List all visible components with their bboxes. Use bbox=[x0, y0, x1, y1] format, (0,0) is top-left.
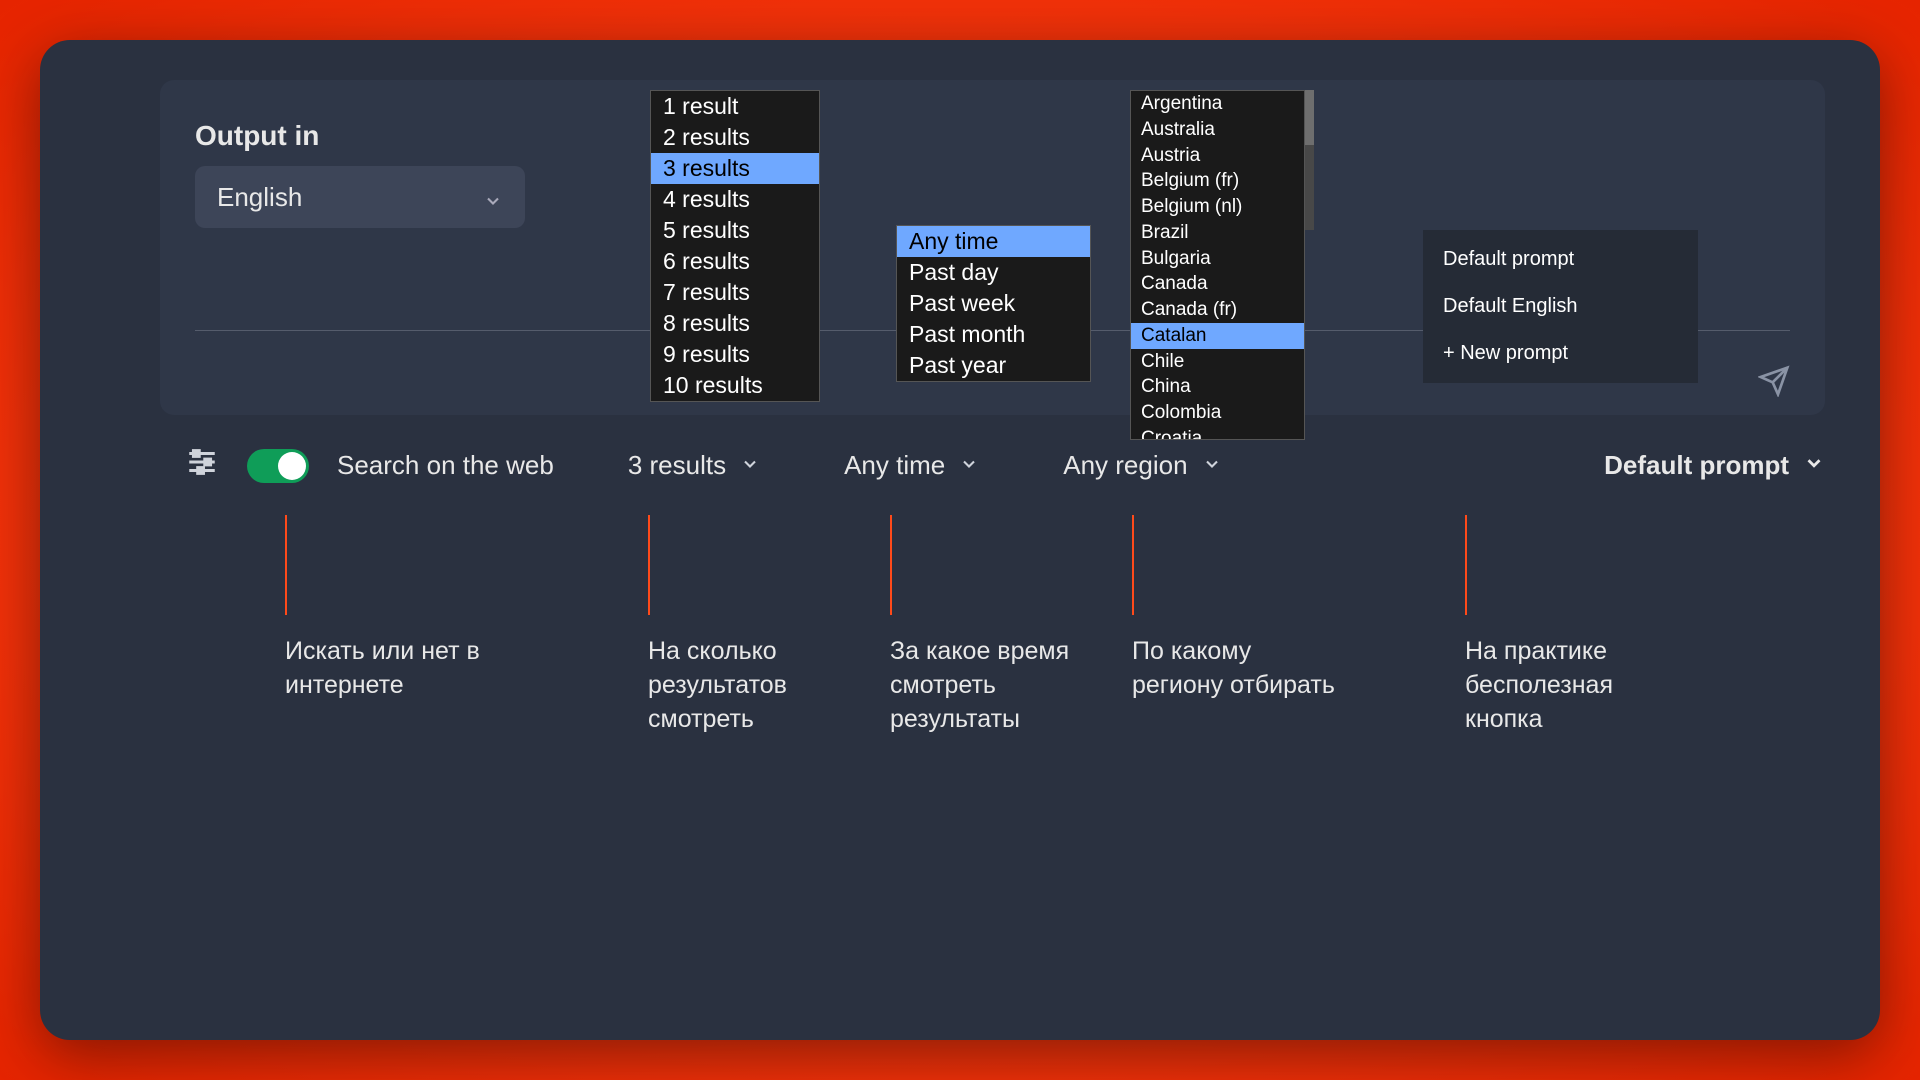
prompt-value: Default prompt bbox=[1604, 450, 1789, 481]
tutorial-card: Output in English 1 result2 results3 res… bbox=[40, 40, 1880, 1040]
send-icon[interactable] bbox=[1758, 365, 1790, 402]
region-option[interactable]: Brazil bbox=[1131, 220, 1304, 246]
time-dropdown[interactable]: Any timePast dayPast weekPast monthPast … bbox=[896, 225, 1091, 382]
results-option[interactable]: 9 results bbox=[651, 339, 819, 370]
output-in-label: Output in bbox=[195, 120, 1790, 152]
time-option[interactable]: Past day bbox=[897, 257, 1090, 288]
prompt-option[interactable]: Default prompt bbox=[1423, 236, 1698, 283]
callout-text: По какому региону отбирать bbox=[1132, 635, 1342, 703]
time-selector[interactable]: Any time bbox=[844, 450, 979, 481]
region-option[interactable]: Croatia bbox=[1131, 426, 1304, 440]
chevron-down-icon bbox=[483, 187, 503, 207]
region-option[interactable]: Canada (fr) bbox=[1131, 297, 1304, 323]
chevron-down-icon bbox=[740, 450, 760, 481]
results-option[interactable]: 3 results bbox=[651, 153, 819, 184]
sliders-icon[interactable] bbox=[185, 445, 219, 486]
callout-text: Искать или нет в интер­нете bbox=[285, 635, 495, 703]
region-selector[interactable]: Any region bbox=[1063, 450, 1221, 481]
callout-text: На практике бесполезная кнопка bbox=[1465, 635, 1675, 736]
region-option[interactable]: Argentina bbox=[1131, 91, 1304, 117]
region-option[interactable]: Australia bbox=[1131, 117, 1304, 143]
region-option[interactable]: Austria bbox=[1131, 143, 1304, 169]
callout-line bbox=[1132, 515, 1134, 615]
callout-line bbox=[285, 515, 287, 615]
time-value: Any time bbox=[844, 450, 945, 481]
web-search-toggle[interactable] bbox=[247, 449, 309, 483]
chevron-down-icon bbox=[959, 450, 979, 481]
region-option[interactable]: Bulgaria bbox=[1131, 246, 1304, 272]
time-option[interactable]: Past month bbox=[897, 319, 1090, 350]
region-option[interactable]: Canada bbox=[1131, 271, 1304, 297]
prompt-option[interactable]: + New prompt bbox=[1423, 330, 1698, 377]
web-search-label: Search on the web bbox=[337, 450, 554, 481]
chevron-down-icon bbox=[1202, 450, 1222, 481]
results-option[interactable]: 10 results bbox=[651, 370, 819, 401]
results-option[interactable]: 5 results bbox=[651, 215, 819, 246]
callout-line bbox=[890, 515, 892, 615]
results-option[interactable]: 4 results bbox=[651, 184, 819, 215]
language-value: English bbox=[217, 182, 302, 213]
region-option[interactable]: China bbox=[1131, 374, 1304, 400]
region-option[interactable]: Belgium (nl) bbox=[1131, 194, 1304, 220]
callout-line bbox=[648, 515, 650, 615]
time-option[interactable]: Past year bbox=[897, 350, 1090, 381]
region-option[interactable]: Belgium (fr) bbox=[1131, 168, 1304, 194]
results-option[interactable]: 7 results bbox=[651, 277, 819, 308]
chevron-down-icon bbox=[1803, 450, 1825, 481]
callout-text: На сколько результатов смотреть bbox=[648, 635, 858, 736]
region-option[interactable]: Chile bbox=[1131, 349, 1304, 375]
results-option[interactable]: 8 results bbox=[651, 308, 819, 339]
time-option[interactable]: Past week bbox=[897, 288, 1090, 319]
results-option[interactable]: 6 results bbox=[651, 246, 819, 277]
callout-text: За какое вре­мя смотреть результаты bbox=[890, 635, 1100, 736]
prompt-dropdown[interactable]: Default promptDefault English+ New promp… bbox=[1423, 230, 1698, 383]
results-option[interactable]: 2 results bbox=[651, 122, 819, 153]
callout-line bbox=[1465, 515, 1467, 615]
prompt-option[interactable]: Default English bbox=[1423, 283, 1698, 330]
region-value: Any region bbox=[1063, 450, 1187, 481]
results-option[interactable]: 1 result bbox=[651, 91, 819, 122]
prompt-selector[interactable]: Default prompt bbox=[1604, 450, 1825, 481]
time-option[interactable]: Any time bbox=[897, 226, 1090, 257]
results-selector[interactable]: 3 results bbox=[628, 450, 760, 481]
toggle-knob bbox=[278, 452, 306, 480]
search-toolbar: Search on the web 3 results Any time Any… bbox=[185, 445, 1825, 486]
results-value: 3 results bbox=[628, 450, 726, 481]
region-dropdown[interactable]: ArgentinaAustraliaAustriaBelgium (fr)Bel… bbox=[1130, 90, 1305, 440]
results-dropdown[interactable]: 1 result2 results3 results4 results5 res… bbox=[650, 90, 820, 402]
region-option[interactable]: Colombia bbox=[1131, 400, 1304, 426]
language-select[interactable]: English bbox=[195, 166, 525, 228]
region-option[interactable]: Catalan bbox=[1131, 323, 1304, 349]
